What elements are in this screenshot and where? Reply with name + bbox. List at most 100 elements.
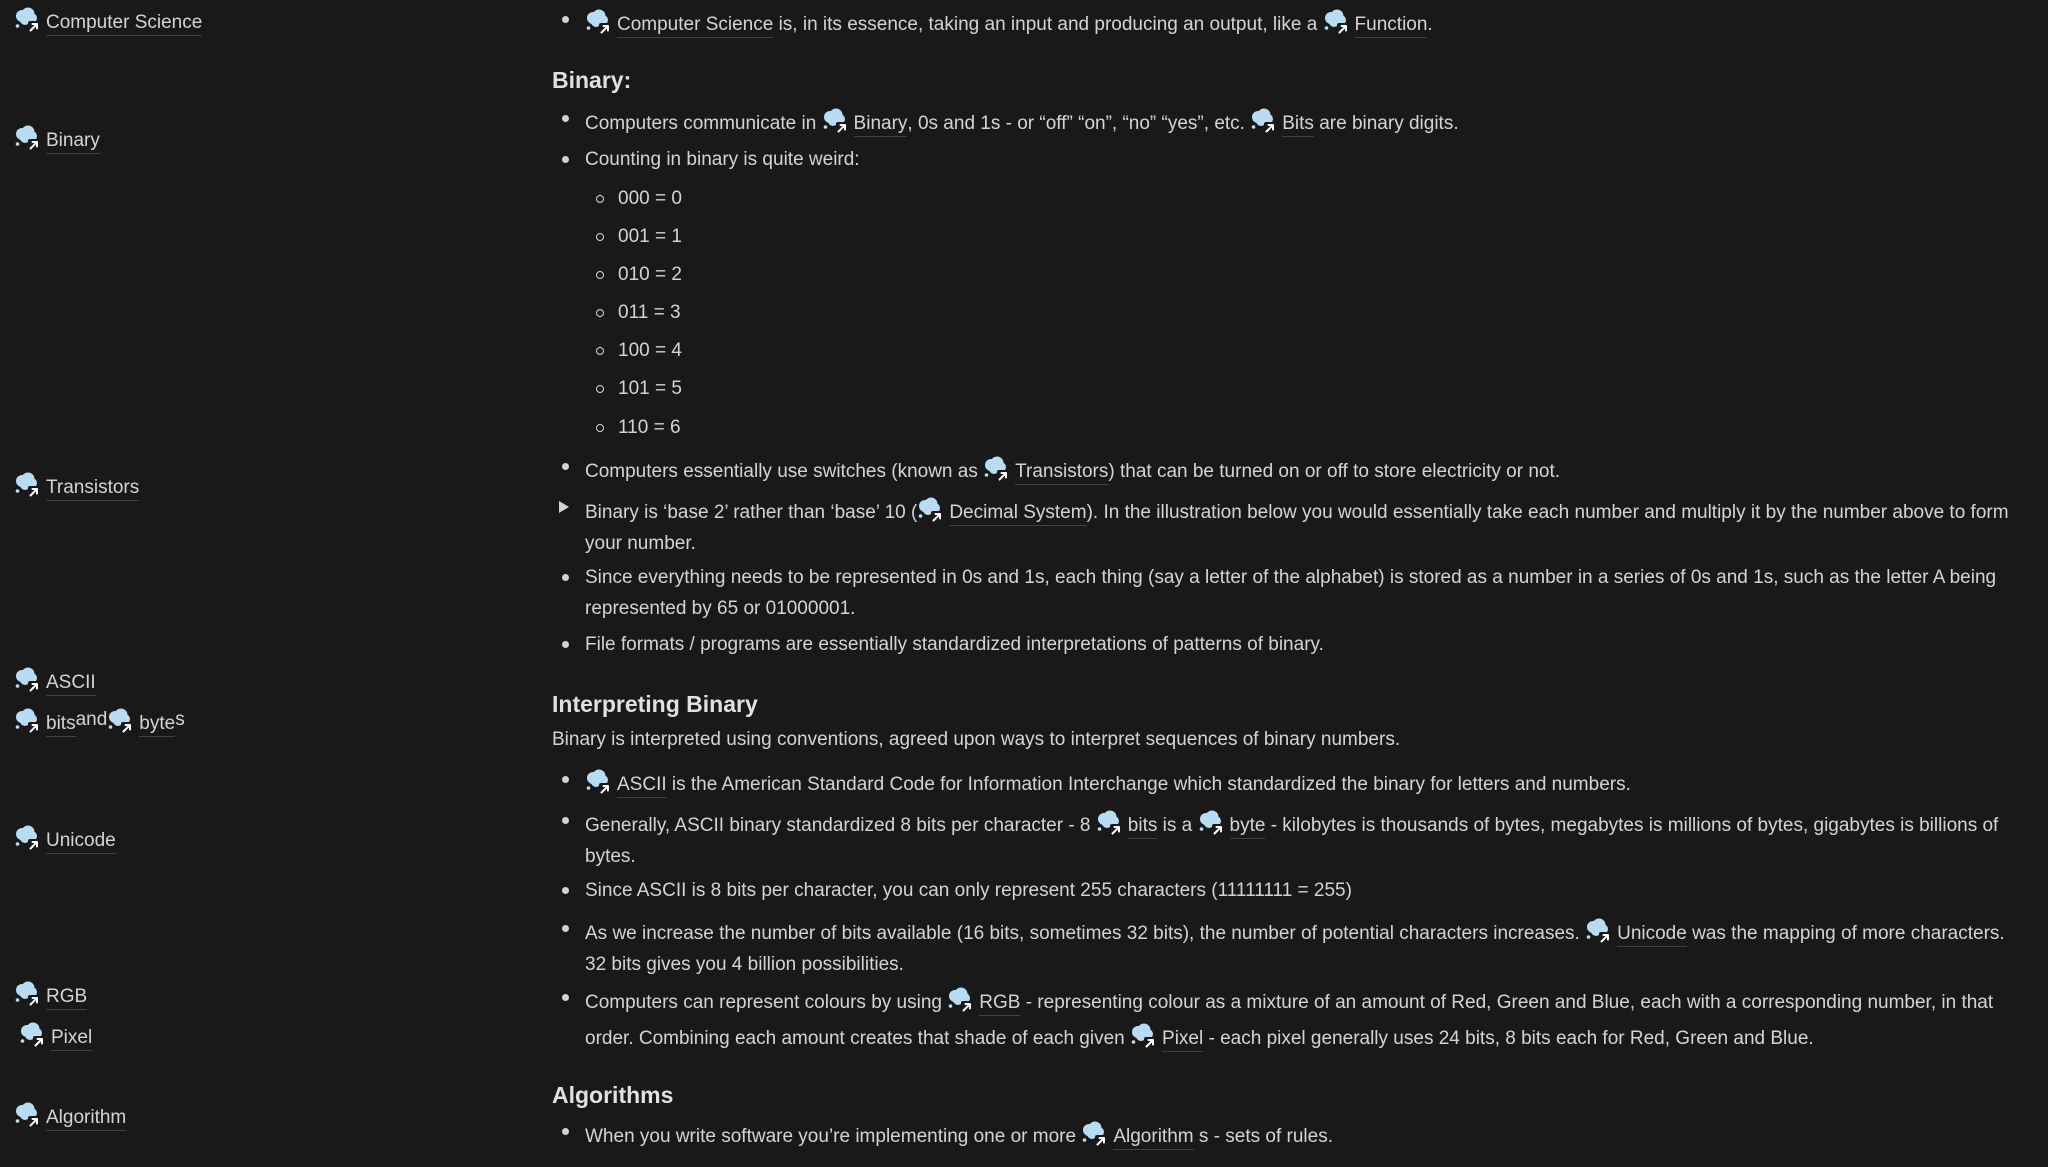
page-link-icon: [947, 987, 975, 1013]
sidebar-link-transistors[interactable]: Transistors: [14, 467, 140, 501]
list-item: Computer Science is, in its essence, tak…: [552, 4, 2012, 40]
text-run: are binary digits.: [1313, 113, 1459, 134]
page-link-icon: [14, 981, 42, 1007]
bullet-circle: [596, 309, 604, 317]
mention-label: ASCII: [617, 773, 667, 798]
counting-value: 001 = 1: [618, 225, 682, 247]
page-link-icon: [917, 497, 945, 523]
page-mention-binary[interactable]: Binary: [14, 120, 100, 154]
mention-label: Binary: [46, 129, 100, 154]
counting-value: 110 = 6: [618, 416, 681, 438]
text-run: .: [1427, 14, 1433, 35]
page-link-icon: [1096, 810, 1124, 836]
sidebar-link-binary[interactable]: Binary: [14, 120, 100, 154]
list-item: As we increase the number of bits availa…: [552, 913, 2012, 980]
page-link-icon: [14, 667, 42, 693]
sub-list-item: 101 = 5: [586, 374, 682, 404]
mention-label: Computer Science: [46, 11, 203, 36]
mention-label: Unicode: [1617, 922, 1687, 947]
sidebar-link-rgb[interactable]: RGB: [14, 976, 88, 1010]
page-mention-computer-science[interactable]: Computer Science: [585, 4, 774, 38]
page-mention-pixel[interactable]: Pixel: [1130, 1018, 1204, 1052]
list-item: Counting in binary is quite weird:: [552, 144, 2012, 175]
page-link-icon: [14, 708, 42, 734]
page-mention-rgb[interactable]: RGB: [14, 976, 88, 1010]
mention-label: Decimal System: [949, 501, 1087, 526]
page-link-icon: [14, 1102, 42, 1128]
page-link-icon: [1323, 9, 1351, 35]
sidebar-link-bits-and-bytes[interactable]: bits and byte s: [14, 703, 185, 737]
toggle-text: Binary is ‘base 2’ rather than ‘base’ 10…: [585, 492, 2012, 559]
sidebar-link-unicode[interactable]: Unicode: [14, 820, 116, 854]
bullet-circle: [596, 424, 604, 432]
page-mention-byte[interactable]: byte: [107, 703, 176, 737]
text-run: Computers can represent colours by using: [585, 992, 948, 1013]
page-link-icon: [14, 472, 42, 498]
bullet-dot: [552, 805, 585, 872]
bullet-text: Computer Science is, in its essence, tak…: [585, 4, 2012, 40]
bullet-dot: [552, 451, 585, 487]
page-mention-transistors[interactable]: Transistors: [14, 467, 140, 501]
text-run: Since everything needs to be represented…: [585, 567, 1997, 619]
sidebar-link-computer-science[interactable]: Computer Science: [14, 2, 203, 36]
bullet-dot: [552, 764, 585, 800]
page-link-icon: [983, 456, 1011, 482]
sidebar-link-pixel[interactable]: Pixel: [19, 1017, 93, 1051]
page-mention-decimal-system[interactable]: Decimal System: [917, 492, 1087, 526]
bullet-text: Counting in binary is quite weird:: [585, 144, 2012, 175]
bullet-dot: [552, 562, 585, 624]
page-link-icon: [822, 108, 850, 134]
page-link-icon: [585, 769, 613, 795]
page-link-icon: [19, 1022, 47, 1048]
text-run: is the American Standard Code for Inform…: [666, 774, 1631, 795]
bullet-text: When you write software you’re implement…: [585, 1116, 2012, 1152]
mention-label: bits: [46, 712, 76, 737]
heading-algorithms: Algorithms: [552, 1082, 674, 1108]
paragraph-interpreting: Binary is interpreted using conventions,…: [552, 729, 1401, 750]
page-mention-ascii[interactable]: ASCII: [585, 764, 667, 798]
counting-value: 011 = 3: [618, 301, 681, 323]
mention-label: Binary: [853, 112, 908, 137]
page-mention-computer-science[interactable]: Computer Science: [14, 2, 203, 36]
text-run: Since ASCII is 8 bits per character, you…: [585, 880, 1352, 901]
page-mention-byte[interactable]: byte: [1198, 805, 1266, 839]
bullet-dot: [552, 913, 585, 980]
counting-value: 101 = 5: [618, 377, 682, 399]
page-mention-function[interactable]: Function: [1323, 4, 1428, 38]
bullet-text: Computers can represent colours by using…: [585, 982, 2012, 1054]
list-item: When you write software you’re implement…: [552, 1116, 2012, 1152]
mention-label: Transistors: [1015, 460, 1109, 485]
page-mention-bits[interactable]: bits: [14, 703, 76, 737]
bullet-circle: [596, 271, 604, 279]
bullet-dot: [552, 982, 585, 1054]
page-link-icon: [107, 708, 135, 734]
bullet-dot: [552, 144, 585, 175]
page-mention-rgb[interactable]: RGB: [947, 982, 1021, 1016]
page-mention-algorithm[interactable]: Algorithm: [14, 1097, 127, 1131]
page-mention-bits[interactable]: bits: [1096, 805, 1158, 839]
page-mention-unicode[interactable]: Unicode: [1585, 913, 1687, 947]
sidebar-link-ascii[interactable]: ASCII: [14, 662, 96, 696]
bullet-dot: [552, 4, 585, 40]
mention-label: Function: [1354, 13, 1428, 38]
page-mention-unicode[interactable]: Unicode: [14, 820, 116, 854]
text-run: Counting in binary is quite weird:: [585, 149, 860, 170]
bullet-text: Since ASCII is 8 bits per character, you…: [585, 875, 2012, 906]
mention-label: Bits: [1282, 112, 1314, 137]
sub-list-item: 001 = 1: [586, 222, 682, 252]
list-item: Since everything needs to be represented…: [552, 562, 2012, 624]
text-run: Computers communicate in: [585, 113, 822, 134]
page-mention-algorithm[interactable]: Algorithm: [1081, 1116, 1194, 1150]
counting-value: 000 = 0: [618, 187, 682, 209]
page-mention-bits[interactable]: Bits: [1250, 103, 1314, 137]
sub-list-item: 000 = 0: [586, 184, 682, 214]
page-link-icon: [1130, 1023, 1158, 1049]
sidebar-link-algorithm[interactable]: Algorithm: [14, 1097, 127, 1131]
text-run: and: [75, 708, 108, 730]
page-mention-transistors[interactable]: Transistors: [983, 451, 1109, 485]
toggle-arrow-icon[interactable]: [552, 492, 585, 559]
page-mention-pixel[interactable]: Pixel: [19, 1017, 93, 1051]
page-mention-ascii[interactable]: ASCII: [14, 662, 96, 696]
page-mention-binary[interactable]: Binary: [822, 103, 908, 137]
bullet-text: As we increase the number of bits availa…: [585, 913, 2012, 980]
